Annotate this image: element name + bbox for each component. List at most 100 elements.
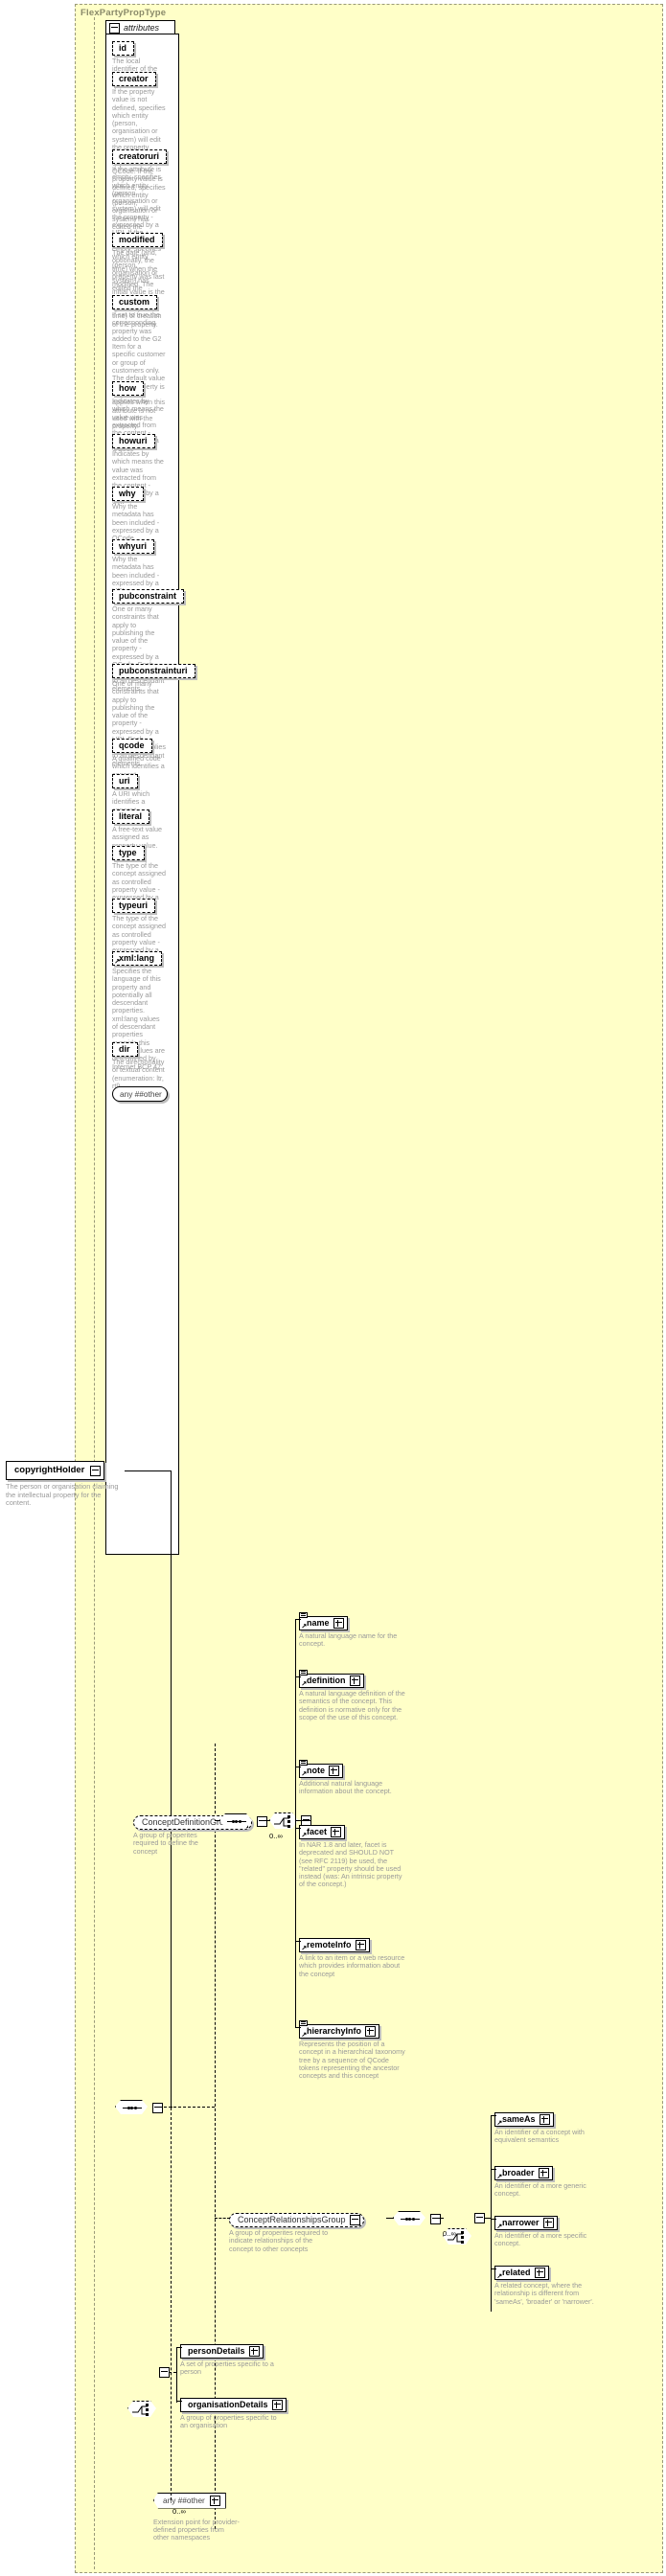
element-note[interactable]: ↗ note Additional natural language infor…	[299, 1760, 406, 1796]
cdg-cardinality: 0..∞	[269, 1832, 283, 1840]
collapse-attributes-icon[interactable]	[109, 22, 120, 34]
element-persondetails[interactable]: personDetails A set of properties specif…	[180, 2341, 280, 2377]
sequence-icon[interactable]	[115, 2100, 148, 2114]
expand-element-icon[interactable]	[271, 2400, 283, 2410]
sequence-icon[interactable]	[219, 1813, 252, 1828]
expand-element-icon[interactable]	[542, 2218, 554, 2228]
sequence-mark-icon	[299, 1670, 308, 1676]
expand-any-icon[interactable]	[209, 2495, 220, 2506]
element-description: Represents the position of a concept in …	[299, 2040, 405, 2081]
attribute-name[interactable]: pubconstraint	[112, 589, 184, 604]
attribute-name[interactable]: typeuri	[112, 899, 156, 913]
group-conceptrelationshipsgroup[interactable]: ConceptRelationshipsGroup A group of pro…	[229, 2210, 364, 2253]
attribute-name[interactable]: uri	[112, 774, 138, 788]
element-facet[interactable]: ↗ facet In NAR 1.8 and later, facet is d…	[299, 1822, 406, 1889]
attribute-name[interactable]: why	[112, 487, 144, 501]
root-element-box[interactable]: copyrightHolder	[6, 1461, 105, 1480]
attributes-any-other[interactable]: any ##other	[112, 1084, 168, 1102]
expand-element-icon[interactable]	[248, 2346, 260, 2357]
element-description: A link to an item or a web resource whic…	[299, 1953, 405, 1978]
connector-crgseq-to-choice	[436, 2218, 444, 2219]
expand-element-icon[interactable]	[355, 1940, 366, 1950]
collapse-sequence-icon[interactable]	[152, 2103, 163, 2113]
attribute-why[interactable]: why Why the metadata has been included -…	[112, 484, 166, 542]
connector-to-definition	[295, 1676, 301, 1677]
attribute-name[interactable]: id	[112, 41, 134, 56]
element-remoteinfo[interactable]: ↗ remoteInfo A link to an item or a web …	[299, 1935, 406, 1978]
element-name[interactable]: ↗ name A natural language name for the c…	[299, 1612, 406, 1649]
trailing-any-other[interactable]: any ##other Extension point for provider…	[153, 2491, 241, 2542]
element-narrower[interactable]: ↗ narrower An identifier of a more speci…	[494, 2213, 602, 2248]
attribute-name[interactable]: modified	[112, 233, 163, 247]
attribute-name[interactable]: howuri	[112, 434, 155, 448]
reference-arrow-icon: ↗	[496, 2172, 503, 2180]
expand-element-icon[interactable]	[365, 2026, 377, 2037]
element-description: A set of properties specific to a person	[180, 2359, 274, 2377]
attribute-name[interactable]: qcode	[112, 739, 152, 753]
element-description: An identifier of a more specific concept…	[494, 2231, 587, 2248]
element-description: In NAR 1.8 and later, facet is deprecate…	[299, 1840, 402, 1889]
reference-arrow-icon: ↗	[496, 2271, 503, 2280]
element-broader[interactable]: ↗ broader An identifier of a more generi…	[494, 2163, 602, 2199]
connector-to-name	[295, 1619, 301, 1620]
attributes-compartment-tab[interactable]: attributes	[105, 20, 175, 34]
sequence-icon[interactable]	[393, 2211, 425, 2225]
attribute-name[interactable]: custom	[112, 295, 158, 309]
expand-element-icon[interactable]	[539, 2114, 550, 2125]
element-box[interactable]: ↗ remoteInfo	[299, 1938, 370, 1952]
attribute-name[interactable]: creatoruri	[112, 149, 168, 164]
expand-element-icon[interactable]	[331, 1827, 342, 1837]
element-definition[interactable]: ↗ definition A natural language definiti…	[299, 1670, 406, 1721]
main-sequence-node[interactable]	[115, 2100, 163, 2116]
element-box[interactable]: ↗ narrower	[494, 2216, 558, 2230]
element-label: narrower	[502, 2218, 540, 2227]
expand-element-icon[interactable]	[333, 1618, 344, 1629]
element-box[interactable]: personDetails	[180, 2344, 264, 2359]
details-children-spine	[176, 2347, 177, 2403]
element-organisationdetails[interactable]: organisationDetails A group of propertie…	[180, 2395, 287, 2430]
expand-element-icon[interactable]	[538, 2168, 549, 2178]
element-description: A natural language name for the concept.	[299, 1631, 398, 1649]
attribute-name[interactable]: whyuri	[112, 539, 155, 554]
root-element-copyrightholder[interactable]: copyrightHolder The person or organisati…	[6, 1460, 119, 1508]
attribute-name[interactable]: type	[112, 846, 145, 860]
element-box[interactable]: ↗ related	[494, 2266, 549, 2280]
any-other-box[interactable]: any ##other	[112, 1086, 168, 1102]
expand-element-icon[interactable]	[534, 2268, 545, 2278]
element-related[interactable]: ↗ related A related concept, where the r…	[494, 2263, 602, 2306]
attribute-name[interactable]: ↗ xml:lang	[112, 951, 163, 966]
connector-branch-to-crg	[215, 2218, 230, 2219]
cdg-sequence-node[interactable]	[219, 1813, 267, 1830]
collapse-sequence-icon[interactable]	[257, 1816, 267, 1827]
schema-diagram-canvas: FlexPartyPropType attributes id The loca…	[0, 0, 666, 2576]
element-hierarchyinfo[interactable]: ↗ hierarchyInfo Represents the position …	[299, 2020, 406, 2081]
attribute-dir[interactable]: dir The directionality of textual conten…	[112, 1039, 166, 1090]
attribute-name[interactable]: literal	[112, 809, 150, 824]
element-description: A group of properties specific to an org…	[180, 2413, 277, 2430]
element-label: remoteInfo	[307, 1940, 352, 1949]
sequence-mark-icon	[299, 2020, 308, 2026]
element-box[interactable]: organisationDetails	[180, 2398, 287, 2412]
attribute-name[interactable]: pubconstrainturi	[112, 664, 195, 678]
element-box[interactable]: ↗ facet	[299, 1825, 346, 1839]
element-sameas[interactable]: ↗ sameAs An identifier of a concept with…	[494, 2109, 602, 2145]
group-box[interactable]: ConceptRelationshipsGroup	[229, 2213, 364, 2227]
element-box[interactable]: ↗ definition	[299, 1670, 364, 1688]
element-box[interactable]: ↗ broader	[494, 2166, 553, 2180]
collapse-root-icon[interactable]	[90, 1465, 102, 1476]
crg-sequence-node[interactable]	[393, 2211, 441, 2227]
collapse-group-icon[interactable]	[349, 2215, 360, 2225]
collapse-sequence-icon[interactable]	[430, 2214, 441, 2224]
element-box[interactable]: ↗ sameAs	[494, 2112, 554, 2127]
expand-element-icon[interactable]	[349, 1676, 360, 1686]
element-box[interactable]: ↗ note	[299, 1760, 343, 1778]
element-box[interactable]: ↗ hierarchyInfo	[299, 2020, 380, 2039]
expand-element-icon[interactable]	[329, 1766, 339, 1776]
any-other-box[interactable]: any ##other	[153, 2492, 226, 2509]
attribute-name[interactable]: creator	[112, 72, 156, 86]
element-box[interactable]: ↗ name	[299, 1612, 348, 1630]
attribute-name[interactable]: how	[112, 381, 144, 396]
group-description: A group of properites required to indica…	[229, 2228, 329, 2253]
attribute-name[interactable]: dir	[112, 1042, 138, 1057]
element-description: An identifier of a more generic concept.	[494, 2181, 586, 2199]
